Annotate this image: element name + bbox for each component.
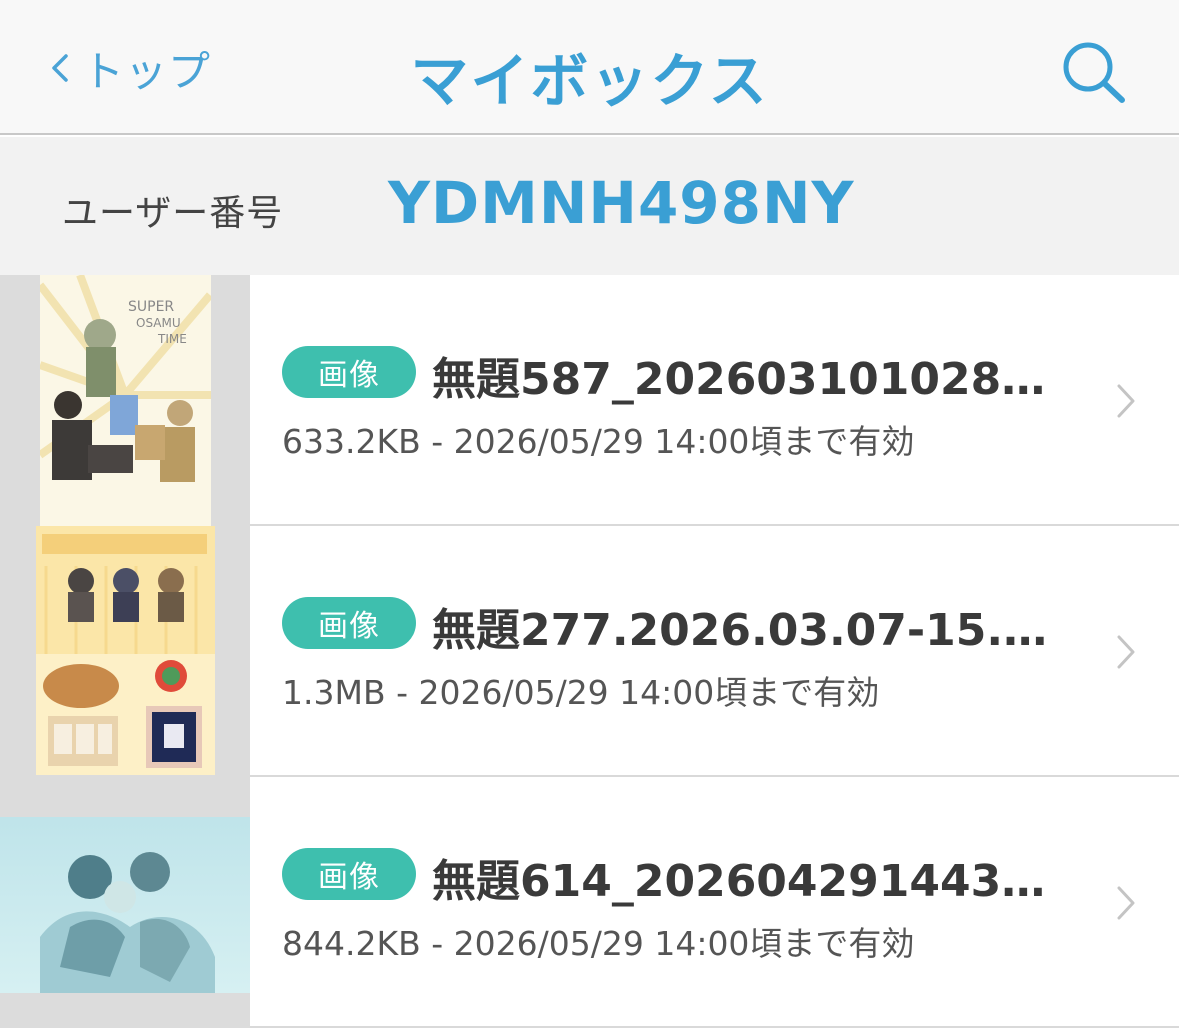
list-item[interactable]: 画像 無題614_2026042914433… 844.2KB - 2026/0…: [0, 777, 1179, 1028]
page-title: マイボックス: [410, 47, 769, 115]
search-button[interactable]: [1058, 40, 1130, 104]
row-divider: [250, 1026, 1179, 1028]
type-badge: 画像: [282, 597, 416, 649]
thumbnail-image: [36, 526, 215, 775]
search-icon: [1063, 42, 1125, 103]
user-number-label: ユーザー番号: [62, 193, 284, 234]
thumbnail-image: SUPER OSAMU TIME: [40, 275, 211, 526]
list-item[interactable]: 画像 無題277.2026.03.07-15.23… 1.3MB - 2026/…: [0, 526, 1179, 777]
chevron-right-icon: [1114, 884, 1138, 922]
thumbnail-column: [0, 777, 250, 1028]
user-number-value: YDMNH498NY: [388, 169, 855, 237]
svg-text:TIME: TIME: [157, 332, 187, 346]
svg-text:OSAMU: OSAMU: [136, 316, 181, 330]
list-item[interactable]: SUPER OSAMU TIME 画像 無題587_2026031010280……: [0, 275, 1179, 526]
thumbnail-column: SUPER OSAMU TIME: [0, 275, 250, 526]
navigation-bar: トップ マイボックス: [0, 0, 1179, 135]
chevron-right-icon: [1114, 633, 1138, 671]
type-badge: 画像: [282, 346, 416, 398]
file-list: SUPER OSAMU TIME 画像 無題587_2026031010280……: [0, 275, 1179, 1028]
file-meta: 844.2KB - 2026/05/29 14:00頃まで有効: [282, 924, 915, 963]
type-badge: 画像: [282, 848, 416, 900]
thumbnail-image: [0, 817, 250, 993]
file-name: 無題587_2026031010280…: [432, 354, 1072, 405]
file-meta: 1.3MB - 2026/05/29 14:00頃まで有効: [282, 673, 880, 712]
file-meta: 633.2KB - 2026/05/29 14:00頃まで有効: [282, 422, 915, 461]
thumbnail-column: [0, 526, 250, 777]
chevron-right-icon: [1114, 382, 1138, 420]
svg-text:SUPER: SUPER: [128, 299, 174, 315]
file-name: 無題614_2026042914433…: [432, 856, 1072, 907]
user-number-bar: ユーザー番号 YDMNH498NY: [0, 137, 1179, 275]
file-name: 無題277.2026.03.07-15.23…: [432, 605, 1072, 656]
